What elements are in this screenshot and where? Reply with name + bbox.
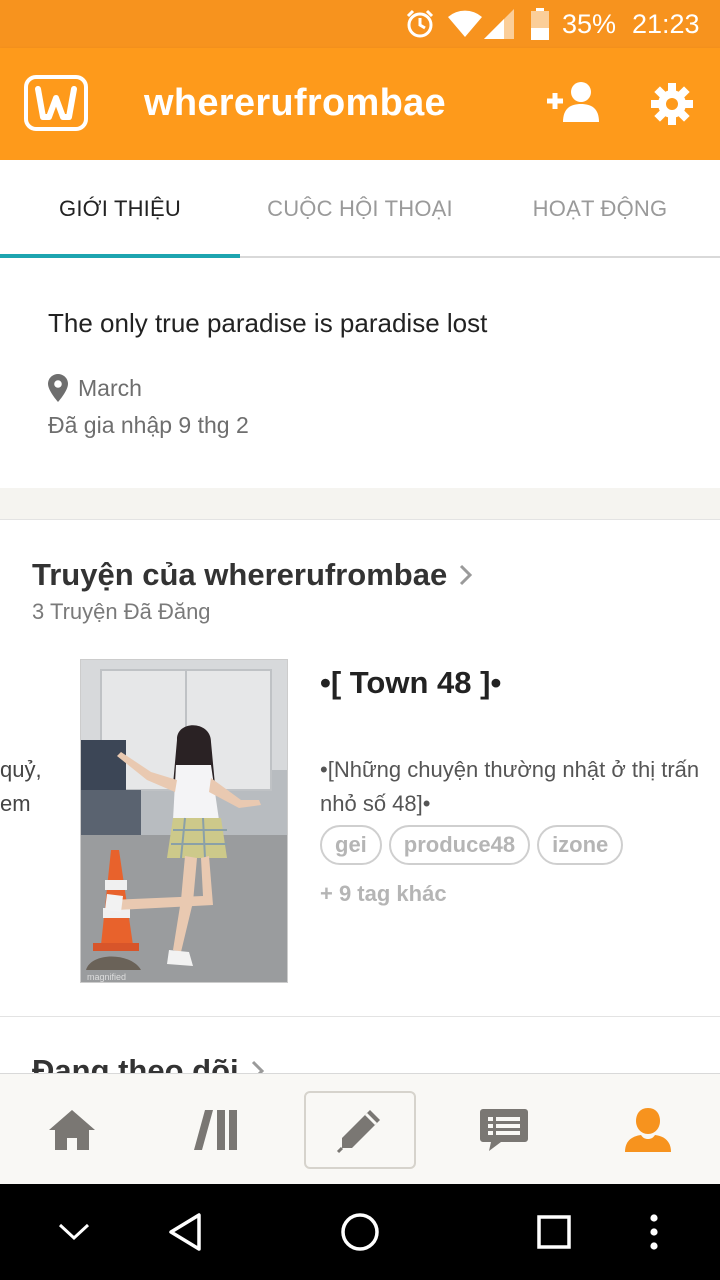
follow-user-icon[interactable] (545, 80, 601, 128)
nav-messages[interactable] (432, 1074, 576, 1185)
nav-library[interactable] (144, 1074, 288, 1185)
home-icon (47, 1108, 97, 1152)
profile-icon (623, 1106, 673, 1154)
story-title[interactable]: •[ Town 48 ]• (320, 665, 501, 701)
location-text: March (78, 374, 142, 401)
following-section: Đang theo dõi (0, 1017, 720, 1073)
battery-icon (530, 0, 550, 48)
stories-title: Truyện của whererufrombae (32, 557, 448, 592)
stories-count: 3 Truyện Đã Đăng (32, 599, 211, 624)
wattpad-logo-icon[interactable] (24, 75, 88, 131)
about-section: The only true paradise is paradise lost … (0, 258, 720, 488)
settings-gear-icon[interactable] (650, 82, 694, 126)
wifi-icon (448, 0, 482, 48)
story-cover-image[interactable]: magnified (80, 659, 288, 983)
tab-conversations-label: CUỘC HỘI THOẠI (267, 196, 453, 221)
write-button[interactable] (304, 1090, 416, 1169)
more-options-icon[interactable] (640, 1184, 668, 1280)
nav-home[interactable] (0, 1074, 144, 1185)
recent-apps-icon[interactable] (532, 1184, 576, 1280)
tag-chip[interactable]: izone (537, 825, 624, 865)
tab-about[interactable]: GIỚI THIỆU (0, 160, 240, 260)
library-icon (193, 1108, 239, 1152)
following-title: Đang theo dõi (32, 1053, 239, 1073)
story-tags: gei produce48 izone (320, 825, 624, 865)
tab-conversations[interactable]: CUỘC HỘI THOẠI (240, 160, 480, 258)
status-bar: 35% 21:23 (0, 0, 720, 48)
nav-profile[interactable] (576, 1074, 720, 1185)
joined-date: Đã gia nhập 9 thg 2 (48, 412, 249, 438)
stories-header[interactable]: Truyện của whererufrombae (32, 557, 473, 593)
home-button-icon[interactable] (336, 1184, 384, 1280)
alarm-icon (404, 0, 436, 48)
tab-about-label: GIỚI THIỆU (59, 196, 181, 221)
tab-activity[interactable]: HOẠT ĐỘNG (480, 160, 720, 258)
snippet-line: quỷ, (0, 757, 42, 782)
snippet-line: em (0, 791, 31, 816)
bottom-navigation (0, 1073, 720, 1184)
tag-chip[interactable]: produce48 (388, 825, 531, 865)
chevron-right-icon (251, 1060, 265, 1073)
clock: 21:23 (632, 8, 700, 39)
previous-story-snippet[interactable]: quỷ, em (0, 753, 42, 821)
location-pin-icon (48, 374, 68, 402)
hide-keyboard-icon[interactable] (50, 1184, 98, 1280)
following-header[interactable]: Đang theo dõi (32, 1053, 265, 1073)
profile-tabs: GIỚI THIỆU CUỘC HỘI THOẠI HOẠT ĐỘNG (0, 160, 720, 260)
svg-text:magnified: magnified (87, 972, 126, 982)
page-title: whererufrombae (144, 82, 446, 124)
tab-activity-label: HOẠT ĐỘNG (532, 196, 668, 221)
messages-icon (479, 1107, 529, 1153)
profile-location: March (48, 374, 142, 402)
write-icon (336, 1106, 384, 1154)
story-description: •[Những chuyện thường nhật ở thị trấn nh… (320, 757, 700, 816)
app-bar: whererufrombae (0, 48, 720, 160)
profile-bio: The only true paradise is paradise lost (48, 308, 488, 338)
stories-section: Truyện của whererufrombae 3 Truyện Đã Đă… (0, 521, 720, 1017)
signal-icon (484, 0, 516, 48)
tag-chip[interactable]: gei (320, 825, 382, 865)
more-tags-link[interactable]: + 9 tag khác (320, 881, 447, 907)
section-divider (0, 488, 720, 520)
battery-percent: 35% (562, 8, 617, 39)
nav-write[interactable] (288, 1074, 432, 1185)
back-icon[interactable] (160, 1184, 210, 1280)
chevron-right-icon (459, 564, 473, 586)
system-navigation-bar (0, 1184, 720, 1280)
